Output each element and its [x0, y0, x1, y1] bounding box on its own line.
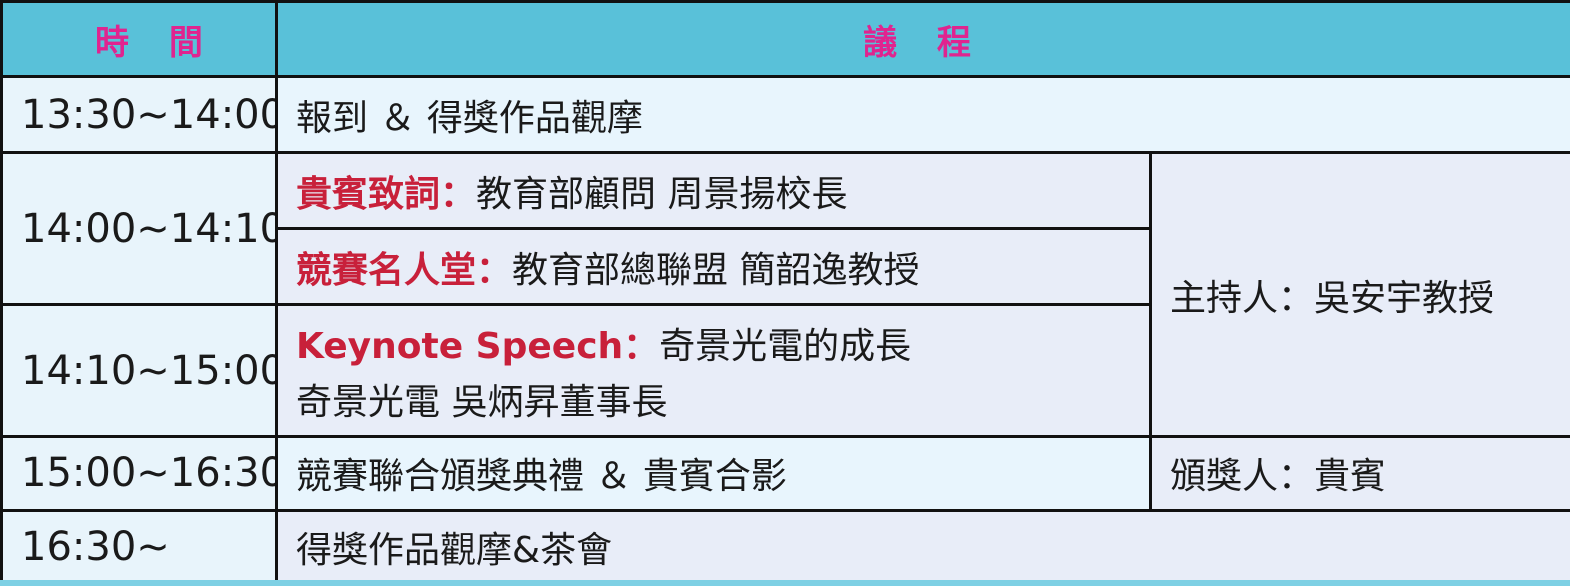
item-text: 奇景光電的成長 [659, 325, 912, 367]
agenda-item: 競賽名人堂：教育部總聯盟 簡韶逸教授 [275, 227, 1152, 307]
item-text: 教育部總聯盟 簡韶逸教授 [512, 249, 920, 291]
item-label: 貴賓致詞： [296, 173, 477, 215]
table-header-row: 時 間 議 程 [0, 0, 1570, 78]
time-cell: 13:30~14:00 [0, 74, 278, 155]
header-agenda: 議 程 [275, 0, 1570, 78]
agenda-table: 時 間 議 程 13:30~14:00 報到 ＆ 得獎作品觀摩 14:00~14… [0, 0, 1570, 586]
agenda-item: 競賽聯合頒獎典禮 ＆ 貴賓合影 [275, 434, 1152, 512]
bottom-border-strip [0, 580, 1570, 586]
header-time: 時 間 [0, 0, 278, 78]
item-text: 教育部顧問 周景揚校長 [476, 173, 848, 215]
table-row: 13:30~14:00 報到 ＆ 得獎作品觀摩 [0, 74, 1570, 155]
agenda-item: Keynote Speech：奇景光電的成長 奇景光電 吳炳昇董事長 [275, 303, 1152, 438]
table-row: 14:00~14:10 貴賓致詞：教育部顧問 周景揚校長 主持人：吳安宇教授 [0, 151, 1570, 438]
host-cell: 主持人：吳安宇教授 [1149, 151, 1570, 438]
presenter-cell: 頒獎人：貴賓 [1149, 434, 1570, 512]
time-cell: 14:00~14:10 [0, 151, 278, 307]
time-cell: 14:10~15:00 [0, 303, 278, 438]
agenda-item: 貴賓致詞：教育部顧問 周景揚校長 [275, 151, 1152, 231]
time-cell: 16:30~ [0, 508, 278, 586]
agenda-item: 得獎作品觀摩&茶會 [275, 508, 1570, 586]
table-row: 15:00~16:30 競賽聯合頒獎典禮 ＆ 貴賓合影 頒獎人：貴賓 [0, 434, 1570, 512]
item-label: 競賽名人堂： [296, 249, 513, 291]
time-cell: 15:00~16:30 [0, 434, 278, 512]
table-row: 16:30~ 得獎作品觀摩&茶會 [0, 508, 1570, 586]
item-label: Keynote Speech： [296, 325, 660, 367]
item-text-line2: 奇景光電 吳炳昇董事長 [296, 381, 668, 423]
agenda-item: 報到 ＆ 得獎作品觀摩 [275, 74, 1570, 155]
